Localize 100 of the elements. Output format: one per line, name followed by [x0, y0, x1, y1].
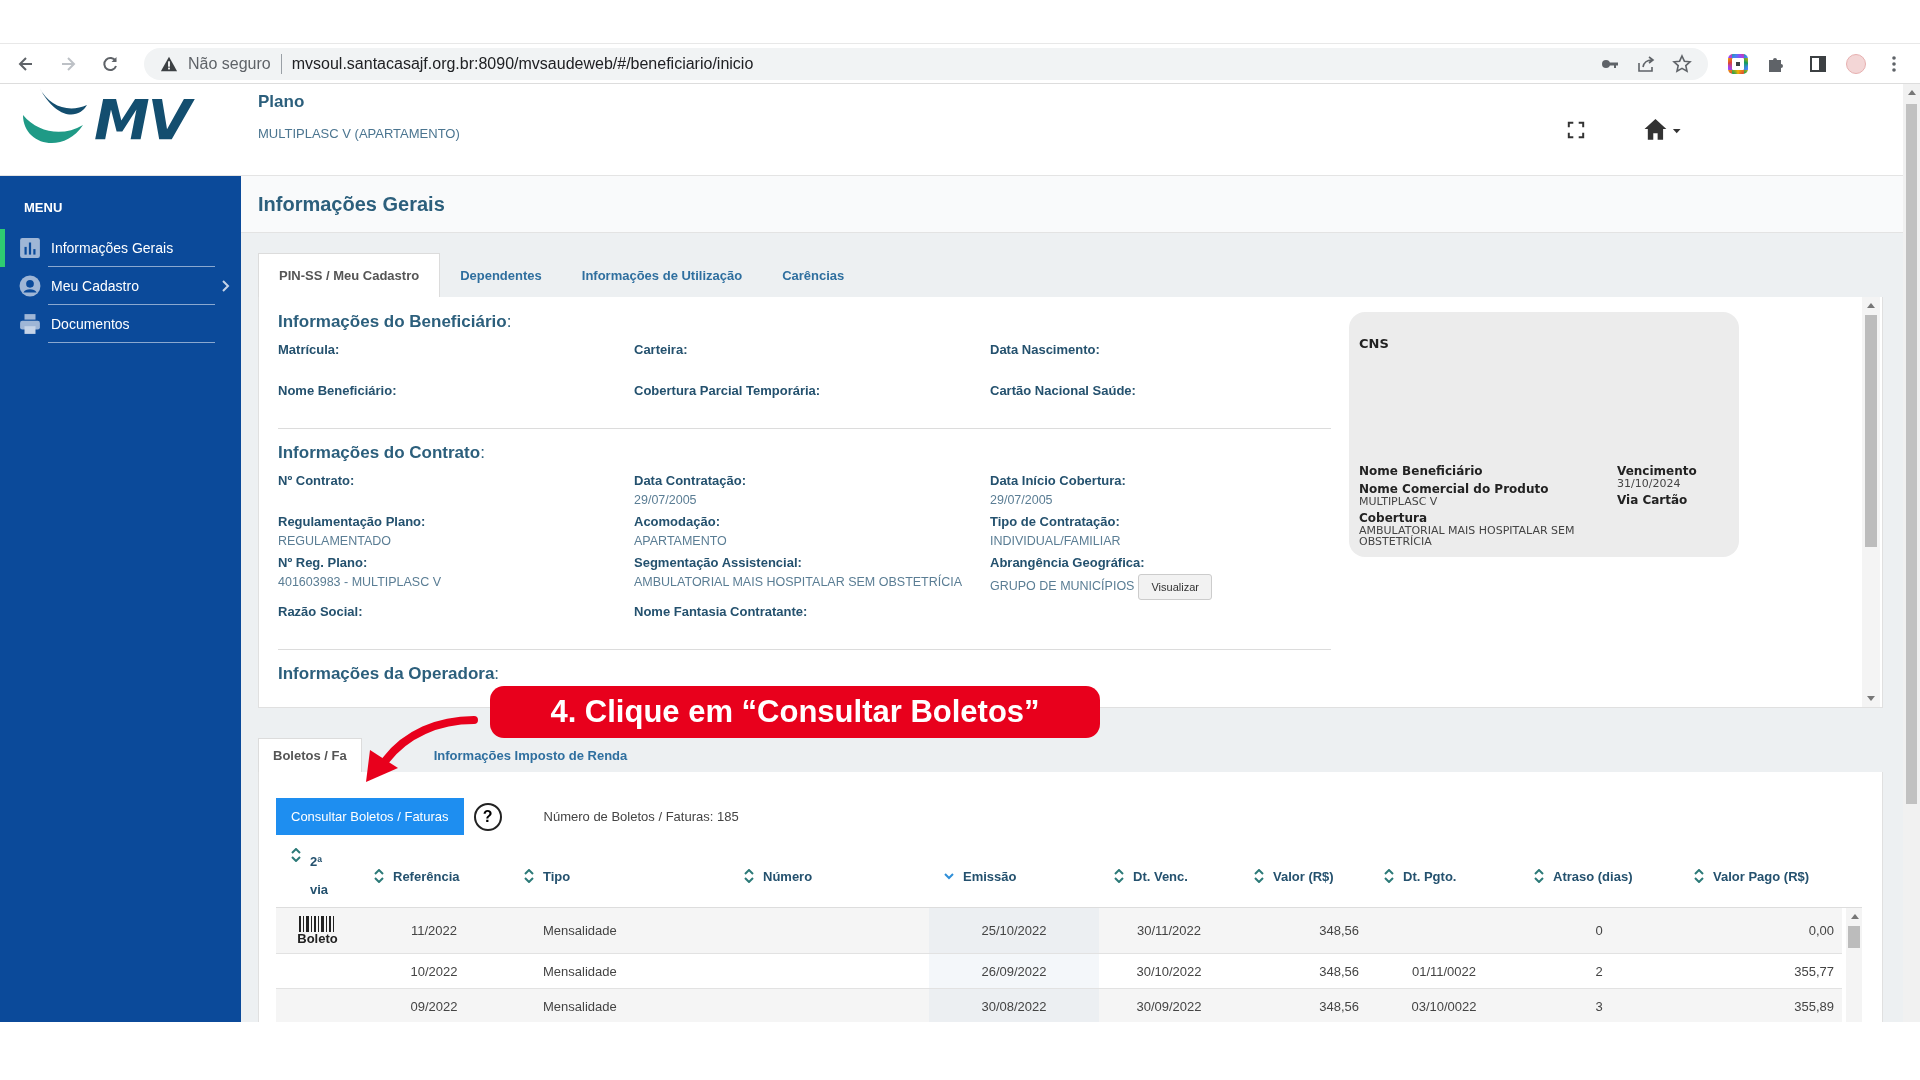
- field-label: Segmentação Assistencial:: [634, 555, 803, 570]
- column-header[interactable]: Dt. Venc.: [1099, 868, 1239, 884]
- field-label: Nome Fantasia Contratante:: [634, 604, 809, 619]
- scrollbar[interactable]: [1846, 908, 1862, 1022]
- table-cell: 09/2022: [410, 998, 458, 1014]
- table-cell: 25/10/2022: [981, 923, 1047, 938]
- column-header[interactable]: 2ª via: [276, 848, 359, 904]
- field-label: Nº Reg. Plano:: [278, 555, 369, 570]
- star-icon[interactable]: [1672, 53, 1692, 74]
- table-cell: 30/10/2022: [1136, 963, 1202, 979]
- security-label: Não seguro: [188, 54, 271, 73]
- table-cell: 11/2022: [411, 923, 457, 938]
- card-value: 31/10/2024: [1617, 478, 1682, 489]
- plan-label: Plano: [258, 92, 306, 112]
- field-label: Acomodação:: [634, 514, 721, 529]
- table-cell: 348,56: [1319, 923, 1359, 938]
- table-cell: 30/09/2022: [1136, 998, 1202, 1014]
- fullscreen-icon[interactable]: [1567, 120, 1585, 139]
- tab[interactable]: Informações de Utilização: [561, 253, 763, 297]
- url-text: mvsoul.santacasajf.org.br:8090/mvsaudeweb/#/beneficiario/inicio: [291, 54, 754, 73]
- card-label: Cobertura: [1359, 511, 1428, 525]
- field-value: AMBULATORIAL MAIS HOSPITALAR SEM OBSTETRÍCIA: [634, 574, 963, 591]
- extension-icon[interactable]: [1728, 53, 1748, 74]
- help-icon[interactable]: ?: [473, 802, 502, 831]
- card-label: Nome Comercial do Produto: [1359, 482, 1550, 496]
- section-title: Informações do Contrato:: [278, 443, 486, 463]
- card-label: Nome Beneficiário: [1359, 464, 1484, 478]
- section-title: Informações do Beneficiário:: [278, 312, 513, 332]
- field-label: Carteira:: [634, 342, 689, 357]
- field-label: Regulamentação Plano:: [278, 514, 427, 529]
- field-label: Abrangência Geográfica:: [990, 555, 1146, 570]
- field-label: Razão Social:: [278, 604, 364, 619]
- field-label: Data Nascimento:: [990, 342, 1101, 357]
- table-cell: Mensalidade: [543, 998, 617, 1014]
- table-cell: 30/11/2022: [1136, 923, 1202, 938]
- field-value: 401603983 - MULTIPLASC V: [278, 574, 442, 591]
- column-header[interactable]: Atraso (dias): [1519, 868, 1679, 884]
- field-label: Nome Beneficiário:: [278, 383, 398, 398]
- sidebar-item[interactable]: Documentos: [0, 305, 241, 343]
- bill-count: Número de Boletos / Faturas: 185: [543, 809, 739, 824]
- column-header[interactable]: Valor Pago (R$): [1679, 868, 1844, 884]
- tab[interactable]: Boletos / Fa: [258, 738, 362, 772]
- section-title: Informações da Operadora:: [278, 664, 501, 684]
- table-cell: 348,56: [1319, 963, 1359, 979]
- table-cell: 30/08/2022: [981, 998, 1047, 1014]
- column-header[interactable]: Referência: [359, 868, 509, 884]
- table-cell: 01/11/0022: [1411, 963, 1477, 979]
- sort-icon: [1533, 869, 1545, 883]
- tab[interactable]: Dependentes: [440, 253, 562, 297]
- tab[interactable]: Informações Imposto de Renda: [423, 738, 642, 772]
- menu-title: MENU: [23, 200, 64, 215]
- table-cell: 26/09/2022: [981, 963, 1047, 979]
- table-cell: 348,56: [1319, 998, 1359, 1014]
- tab[interactable]: Carências: [762, 253, 865, 297]
- field-value: 29/07/2005: [990, 492, 1053, 509]
- page-scrollbar[interactable]: [1903, 84, 1920, 1022]
- side-panel-icon[interactable]: [1808, 53, 1828, 74]
- column-header[interactable]: Tipo: [509, 868, 729, 884]
- sort-icon: [290, 848, 302, 862]
- column-header[interactable]: Dt. Pgto.: [1369, 868, 1519, 884]
- user-icon: [19, 275, 41, 297]
- field-label: Matrícula:: [278, 342, 341, 357]
- sidebar-item[interactable]: Meu Cadastro: [0, 267, 241, 305]
- card-value: AMBULATORIAL MAIS HOSPITALAR SEM OBSTETRÍCIA: [1359, 525, 1576, 547]
- field-value: GRUPO DE MUNICÍPIOS: [990, 578, 1135, 596]
- address-bar[interactable]: Não seguro mvsoul.santacasajf.org.br:8090/mvsaudeweb/#/beneficiario/inicio: [144, 47, 1708, 80]
- field-value: APARTAMENTO: [634, 533, 727, 550]
- field-label: Data Contratação:: [634, 473, 747, 488]
- table-cell: 2: [1595, 963, 1603, 979]
- field-label: Tipo de Contratação:: [990, 514, 1121, 529]
- field-value: REGULAMENTADO: [278, 533, 391, 550]
- sort-icon: [1253, 869, 1265, 883]
- table-cell: Mensalidade: [543, 963, 617, 979]
- column-header[interactable]: Emissão: [929, 868, 1099, 884]
- instruction-banner: 4. Clique em “Consultar Boletos”: [490, 686, 1100, 738]
- plan-name: MULTIPLASC V (APARTAMENTO): [258, 126, 461, 141]
- tab[interactable]: PIN-SS / Meu Cadastro: [258, 253, 441, 297]
- card-label: Vencimento: [1617, 464, 1698, 478]
- view-button[interactable]: Visualizar: [1138, 574, 1212, 600]
- card-title: CNS: [1359, 336, 1390, 351]
- card-label: Via Cartão: [1617, 493, 1689, 507]
- field-label: Nº Contrato:: [278, 473, 356, 488]
- table-cell: 3: [1595, 998, 1603, 1014]
- table-cell: Mensalidade: [543, 923, 617, 938]
- scrollbar[interactable]: [1862, 297, 1880, 707]
- column-header[interactable]: Número: [729, 868, 929, 884]
- table-cell: 10/2022: [410, 963, 458, 979]
- page-title: Informações Gerais: [258, 192, 445, 216]
- table-cell: 0: [1595, 923, 1603, 938]
- field-value: INDIVIDUAL/FAMILIAR: [990, 533, 1121, 550]
- card-value: MULTIPLASC V: [1359, 496, 1439, 507]
- column-header[interactable]: Valor (R$): [1239, 868, 1369, 884]
- bar-chart-icon: [19, 237, 41, 259]
- share-icon[interactable]: [1636, 53, 1656, 74]
- sort-icon: [743, 869, 755, 883]
- printer-icon: [19, 313, 41, 335]
- table-cell: 355,89: [1794, 998, 1834, 1014]
- field-label: Cobertura Parcial Temporária:: [634, 383, 822, 398]
- sort-icon: [1113, 869, 1125, 883]
- sort-icon: [373, 869, 385, 883]
